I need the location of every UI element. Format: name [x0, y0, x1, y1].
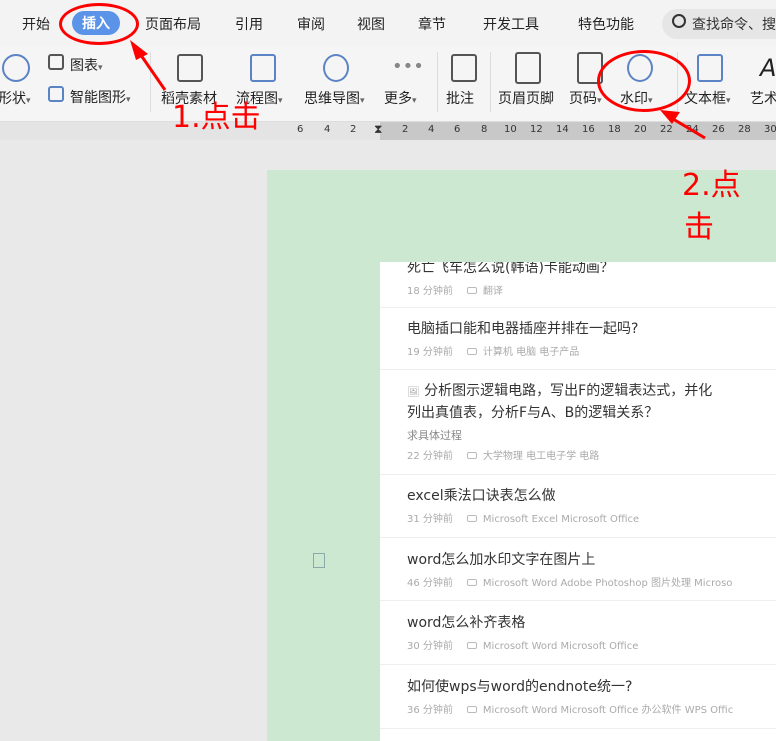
annotation-arrows [130, 40, 706, 140]
step2-annotation: 2.点 [682, 168, 741, 203]
step2-annotation-cont: 击 [684, 210, 714, 245]
step1-annotation: 1.点击 [172, 100, 261, 135]
arrowhead-insert [130, 40, 148, 60]
